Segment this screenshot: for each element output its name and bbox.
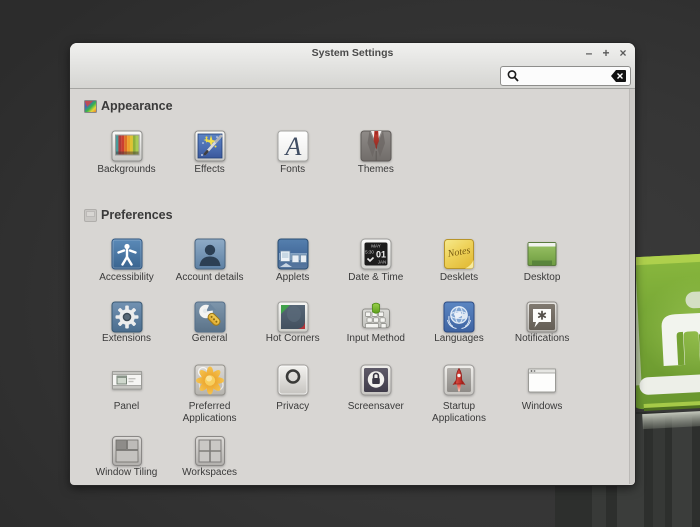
svg-text:5:30: 5:30 xyxy=(365,249,374,254)
svg-text:MAY: MAY xyxy=(371,243,380,248)
svg-text:A: A xyxy=(283,132,301,161)
svg-text:JAN: JAN xyxy=(378,259,387,264)
svg-text:01: 01 xyxy=(376,249,386,259)
